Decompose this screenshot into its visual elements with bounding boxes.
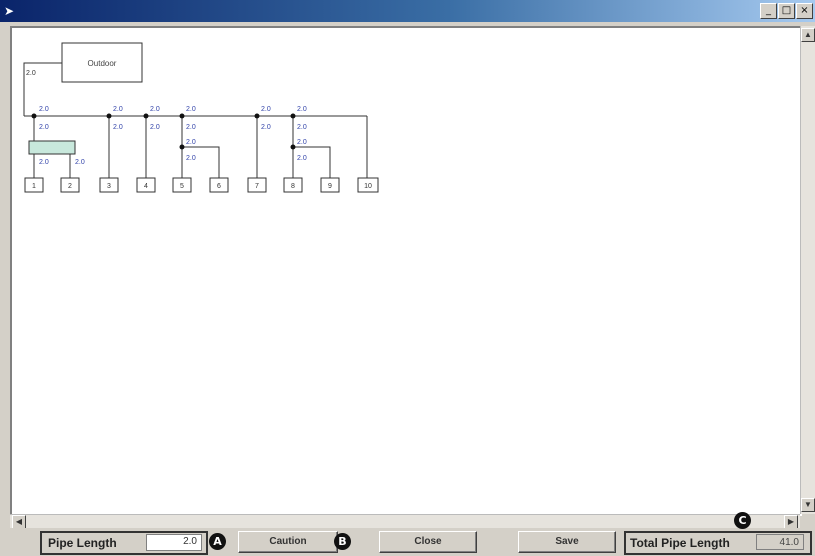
indoor-unit-label: 2 (68, 183, 72, 190)
title-bar: ➤ _ □ × (0, 0, 815, 22)
junction-point[interactable] (179, 113, 185, 119)
close-button[interactable]: Close (379, 531, 477, 553)
pipe-length-input[interactable]: 2.0 (146, 534, 202, 551)
callout-marker-c: C (734, 512, 751, 529)
pipe-length-label[interactable]: 2.0 (297, 124, 307, 131)
branch-pipe-6[interactable] (182, 146, 220, 178)
vertical-scrollbar[interactable]: ▲ ▼ (800, 26, 815, 514)
scroll-up-arrow-icon[interactable]: ▲ (801, 28, 815, 42)
close-window-button[interactable]: × (796, 3, 813, 19)
total-pipe-length-group: Total Pipe Length 41.0 (624, 531, 812, 555)
indoor-unit-label: 1 (32, 183, 36, 190)
window-controls: _ □ × (760, 3, 813, 19)
pipe-length-label[interactable]: 2.0 (113, 124, 123, 131)
pipe-length-label: Pipe Length (48, 536, 117, 550)
branch-pipe-9[interactable] (293, 146, 331, 178)
total-pipe-length-value: 41.0 (756, 534, 804, 550)
minimize-button[interactable]: _ (760, 3, 777, 19)
indoor-unit-label: 8 (291, 183, 295, 190)
indoor-unit-label: 4 (144, 183, 148, 190)
maximize-button[interactable]: □ (778, 3, 795, 19)
total-pipe-length-label: Total Pipe Length (630, 536, 730, 550)
pipe-length-label[interactable]: 2.0 (150, 106, 160, 113)
save-button[interactable]: Save (518, 531, 616, 553)
pipe-length-label[interactable]: 2.0 (186, 106, 196, 113)
piping-diagram: Outdoor 2.0 2.0 2.0 2.0 2.0 2.0 2.0 2.0 … (23, 42, 379, 193)
outdoor-unit-label: Outdoor (88, 59, 117, 68)
pipe-length-label[interactable]: 2.0 (297, 139, 307, 146)
junction-point[interactable] (290, 144, 296, 150)
pipe-length-label[interactable]: 2.0 (261, 124, 271, 131)
pipe-length-label[interactable]: 2.0 (297, 155, 307, 162)
junction-point[interactable] (143, 113, 149, 119)
callout-marker-a: A (209, 533, 226, 550)
outdoor-pipe-length: 2.0 (26, 70, 36, 77)
junction-point[interactable] (290, 113, 296, 119)
pipe-length-label[interactable]: 2.0 (39, 124, 49, 131)
pipe-length-label[interactable]: 2.0 (186, 155, 196, 162)
pipe-length-label[interactable]: 2.0 (75, 159, 85, 166)
pipe-length-group: Pipe Length 2.0 (40, 531, 208, 555)
header-box[interactable] (28, 140, 76, 155)
scroll-right-arrow-icon[interactable]: ▶ (784, 515, 798, 529)
junction-point[interactable] (254, 113, 260, 119)
scroll-down-arrow-icon[interactable]: ▼ (801, 498, 815, 512)
horizontal-scrollbar[interactable]: ◀ ▶ (10, 514, 800, 529)
indoor-unit-label: 3 (107, 183, 111, 190)
pipe-length-label[interactable]: 2.0 (297, 106, 307, 113)
callout-marker-b: B (334, 533, 351, 550)
app-icon: ➤ (4, 4, 15, 18)
indoor-unit-label: 10 (364, 183, 372, 190)
junction-point[interactable] (179, 144, 185, 150)
pipe-length-label[interactable]: 2.0 (186, 124, 196, 131)
pipe-length-label[interactable]: 2.0 (186, 139, 196, 146)
indoor-unit-label: 7 (255, 183, 259, 190)
scroll-left-arrow-icon[interactable]: ◀ (12, 515, 26, 529)
indoor-unit-label: 5 (180, 183, 184, 190)
junction-point[interactable] (31, 113, 37, 119)
pipe-length-label[interactable]: 2.0 (39, 106, 49, 113)
junction-point[interactable] (106, 113, 112, 119)
pipe-length-label[interactable]: 2.0 (150, 124, 160, 131)
caution-button[interactable]: Caution (238, 531, 338, 553)
indoor-units: 1 2 3 4 5 6 7 8 9 10 (24, 177, 379, 193)
piping-diagram-canvas[interactable]: Outdoor 2.0 2.0 2.0 2.0 2.0 2.0 2.0 2.0 … (10, 26, 802, 516)
pipe-length-label[interactable]: 2.0 (39, 159, 49, 166)
indoor-unit-label: 6 (217, 183, 221, 190)
pipe-length-label[interactable]: 2.0 (261, 106, 271, 113)
pipe-length-label[interactable]: 2.0 (113, 106, 123, 113)
pipe-length-labels: 2.0 2.0 2.0 2.0 2.0 2.0 2.0 2.0 2.0 2.0 … (39, 106, 307, 166)
indoor-unit-label: 9 (328, 183, 332, 190)
